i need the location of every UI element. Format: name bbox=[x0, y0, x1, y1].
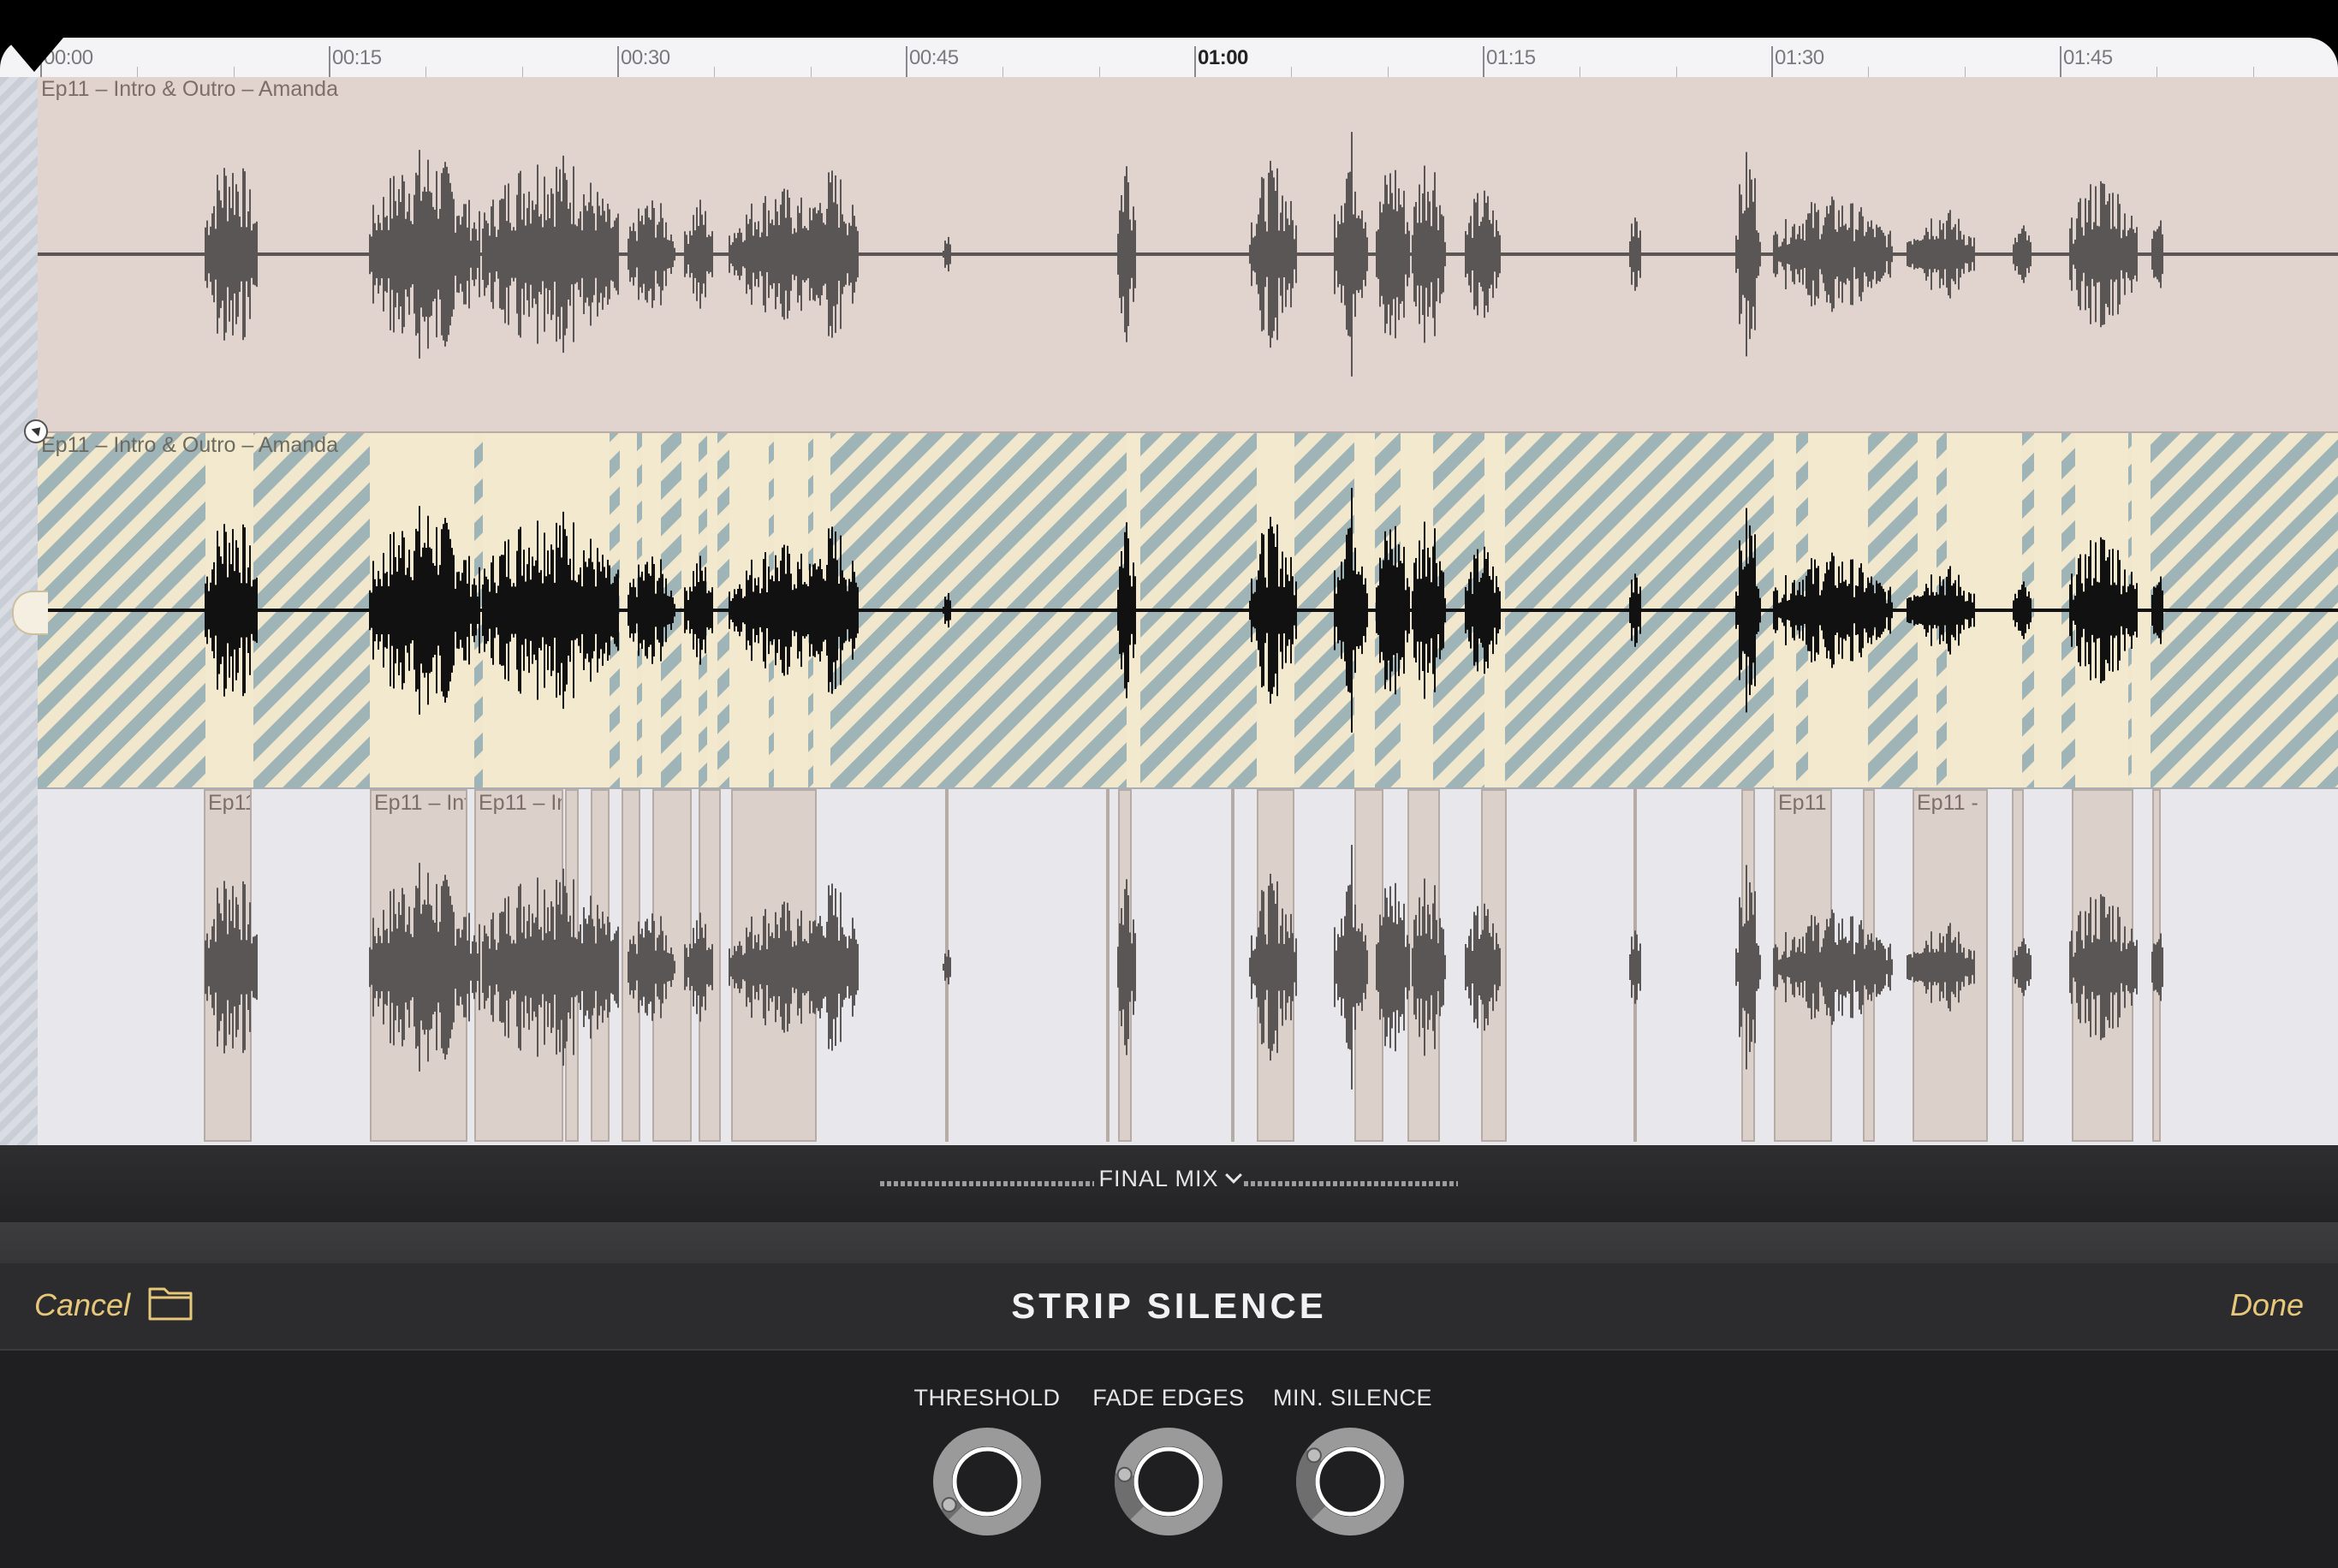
fade-edges-label: FADE EDGES bbox=[1092, 1385, 1245, 1411]
ruler-tick bbox=[617, 46, 619, 77]
chevron-down-icon bbox=[1224, 1167, 1242, 1184]
ruler-tick bbox=[329, 46, 330, 77]
ruler-tick bbox=[2060, 46, 2061, 77]
min-silence-param: MIN. SILENCE bbox=[1273, 1385, 1433, 1536]
ruler-tick-label: 00:45 bbox=[909, 46, 959, 69]
ruler-tick bbox=[1194, 46, 1196, 77]
ruler-tick-label: 00:30 bbox=[621, 46, 670, 69]
original-waveform bbox=[38, 132, 2338, 377]
ruler-minor-tick bbox=[233, 67, 235, 77]
panel-title: STRIP SILENCE bbox=[1011, 1286, 1327, 1326]
mix-dashes-right bbox=[1244, 1181, 1458, 1186]
threshold-param: THRESHOLD bbox=[910, 1385, 1064, 1536]
result-segments-lane[interactable]: Ep11Ep11 – IntroEp11 – InEp11 – IEp11 - bbox=[38, 789, 2338, 1145]
ruler-minor-tick bbox=[2252, 67, 2254, 77]
divider-band bbox=[0, 1222, 2338, 1263]
ruler-minor-tick bbox=[1675, 67, 1677, 77]
mix-selector-bar: FINAL MIX bbox=[0, 1145, 2338, 1222]
threshold-knob[interactable] bbox=[932, 1427, 1042, 1536]
ruler-tick-label: 01:00 bbox=[1198, 46, 1248, 69]
ruler-tick-label: 00:15 bbox=[332, 46, 382, 69]
strip-preview-waveform bbox=[38, 488, 2338, 733]
knob-dial bbox=[1115, 1428, 1223, 1535]
status-bar bbox=[0, 0, 2338, 38]
result-waveform bbox=[205, 845, 2163, 1090]
strip-preview-lane[interactable]: Ep11 – Intro & Outro – Amanda bbox=[38, 433, 2338, 789]
ruler-minor-tick bbox=[1868, 67, 1870, 77]
strip-silence-toolbar: Cancel STRIP SILENCE Done bbox=[0, 1263, 2338, 1351]
ruler-tick-label: 01:15 bbox=[1486, 46, 1536, 69]
playhead-marker[interactable] bbox=[5, 38, 63, 72]
knob-dial bbox=[933, 1428, 1041, 1535]
min-silence-label: MIN. SILENCE bbox=[1273, 1385, 1433, 1411]
ruler-tick bbox=[906, 46, 907, 77]
mix-label: FINAL MIX bbox=[1098, 1166, 1219, 1191]
ruler-minor-tick bbox=[1291, 67, 1293, 77]
fade-edges-param: FADE EDGES bbox=[1092, 1385, 1246, 1536]
ruler-minor-tick bbox=[1098, 67, 1100, 77]
mix-dropdown[interactable]: FINAL MIX bbox=[0, 1166, 2338, 1192]
ruler-tick bbox=[1771, 46, 1773, 77]
ruler-minor-tick bbox=[1002, 67, 1004, 77]
strip-silence-editor: 00:00 00:15 00:30 00:45 01:00 01:15 01:30 01:45… bbox=[0, 0, 2338, 1568]
ruler-minor-tick bbox=[1964, 67, 1966, 77]
ruler-tick-label: 01:30 bbox=[1775, 46, 1824, 69]
ruler-minor-tick bbox=[1579, 67, 1581, 77]
original-clip-lane[interactable]: Ep11 – Intro & Outro – Amanda bbox=[38, 77, 2338, 433]
ruler-minor-tick bbox=[425, 67, 427, 77]
threshold-label: THRESHOLD bbox=[913, 1385, 1061, 1411]
fade-edges-knob[interactable] bbox=[1114, 1427, 1223, 1536]
ruler-tick bbox=[1483, 46, 1484, 77]
knob-dial bbox=[1296, 1428, 1404, 1535]
lane-resize-handle[interactable] bbox=[24, 419, 48, 443]
timeline-ruler[interactable]: 00:00 00:15 00:30 00:45 01:00 01:15 01:30 01:45 bbox=[0, 38, 2338, 78]
min-silence-knob[interactable] bbox=[1295, 1427, 1405, 1536]
ruler-minor-tick bbox=[714, 67, 716, 77]
ruler-tick-label: 01:45 bbox=[2063, 46, 2113, 69]
ruler-minor-tick bbox=[137, 67, 139, 77]
ruler-minor-tick bbox=[810, 67, 812, 77]
done-button[interactable]: Done bbox=[2230, 1287, 2304, 1323]
parameter-panel: THRESHOLD FADE EDGES MIN. SILENCE bbox=[0, 1351, 2338, 1568]
volume-handle[interactable] bbox=[12, 591, 48, 635]
ruler-minor-tick bbox=[1387, 67, 1389, 77]
ruler-minor-tick bbox=[521, 67, 523, 77]
